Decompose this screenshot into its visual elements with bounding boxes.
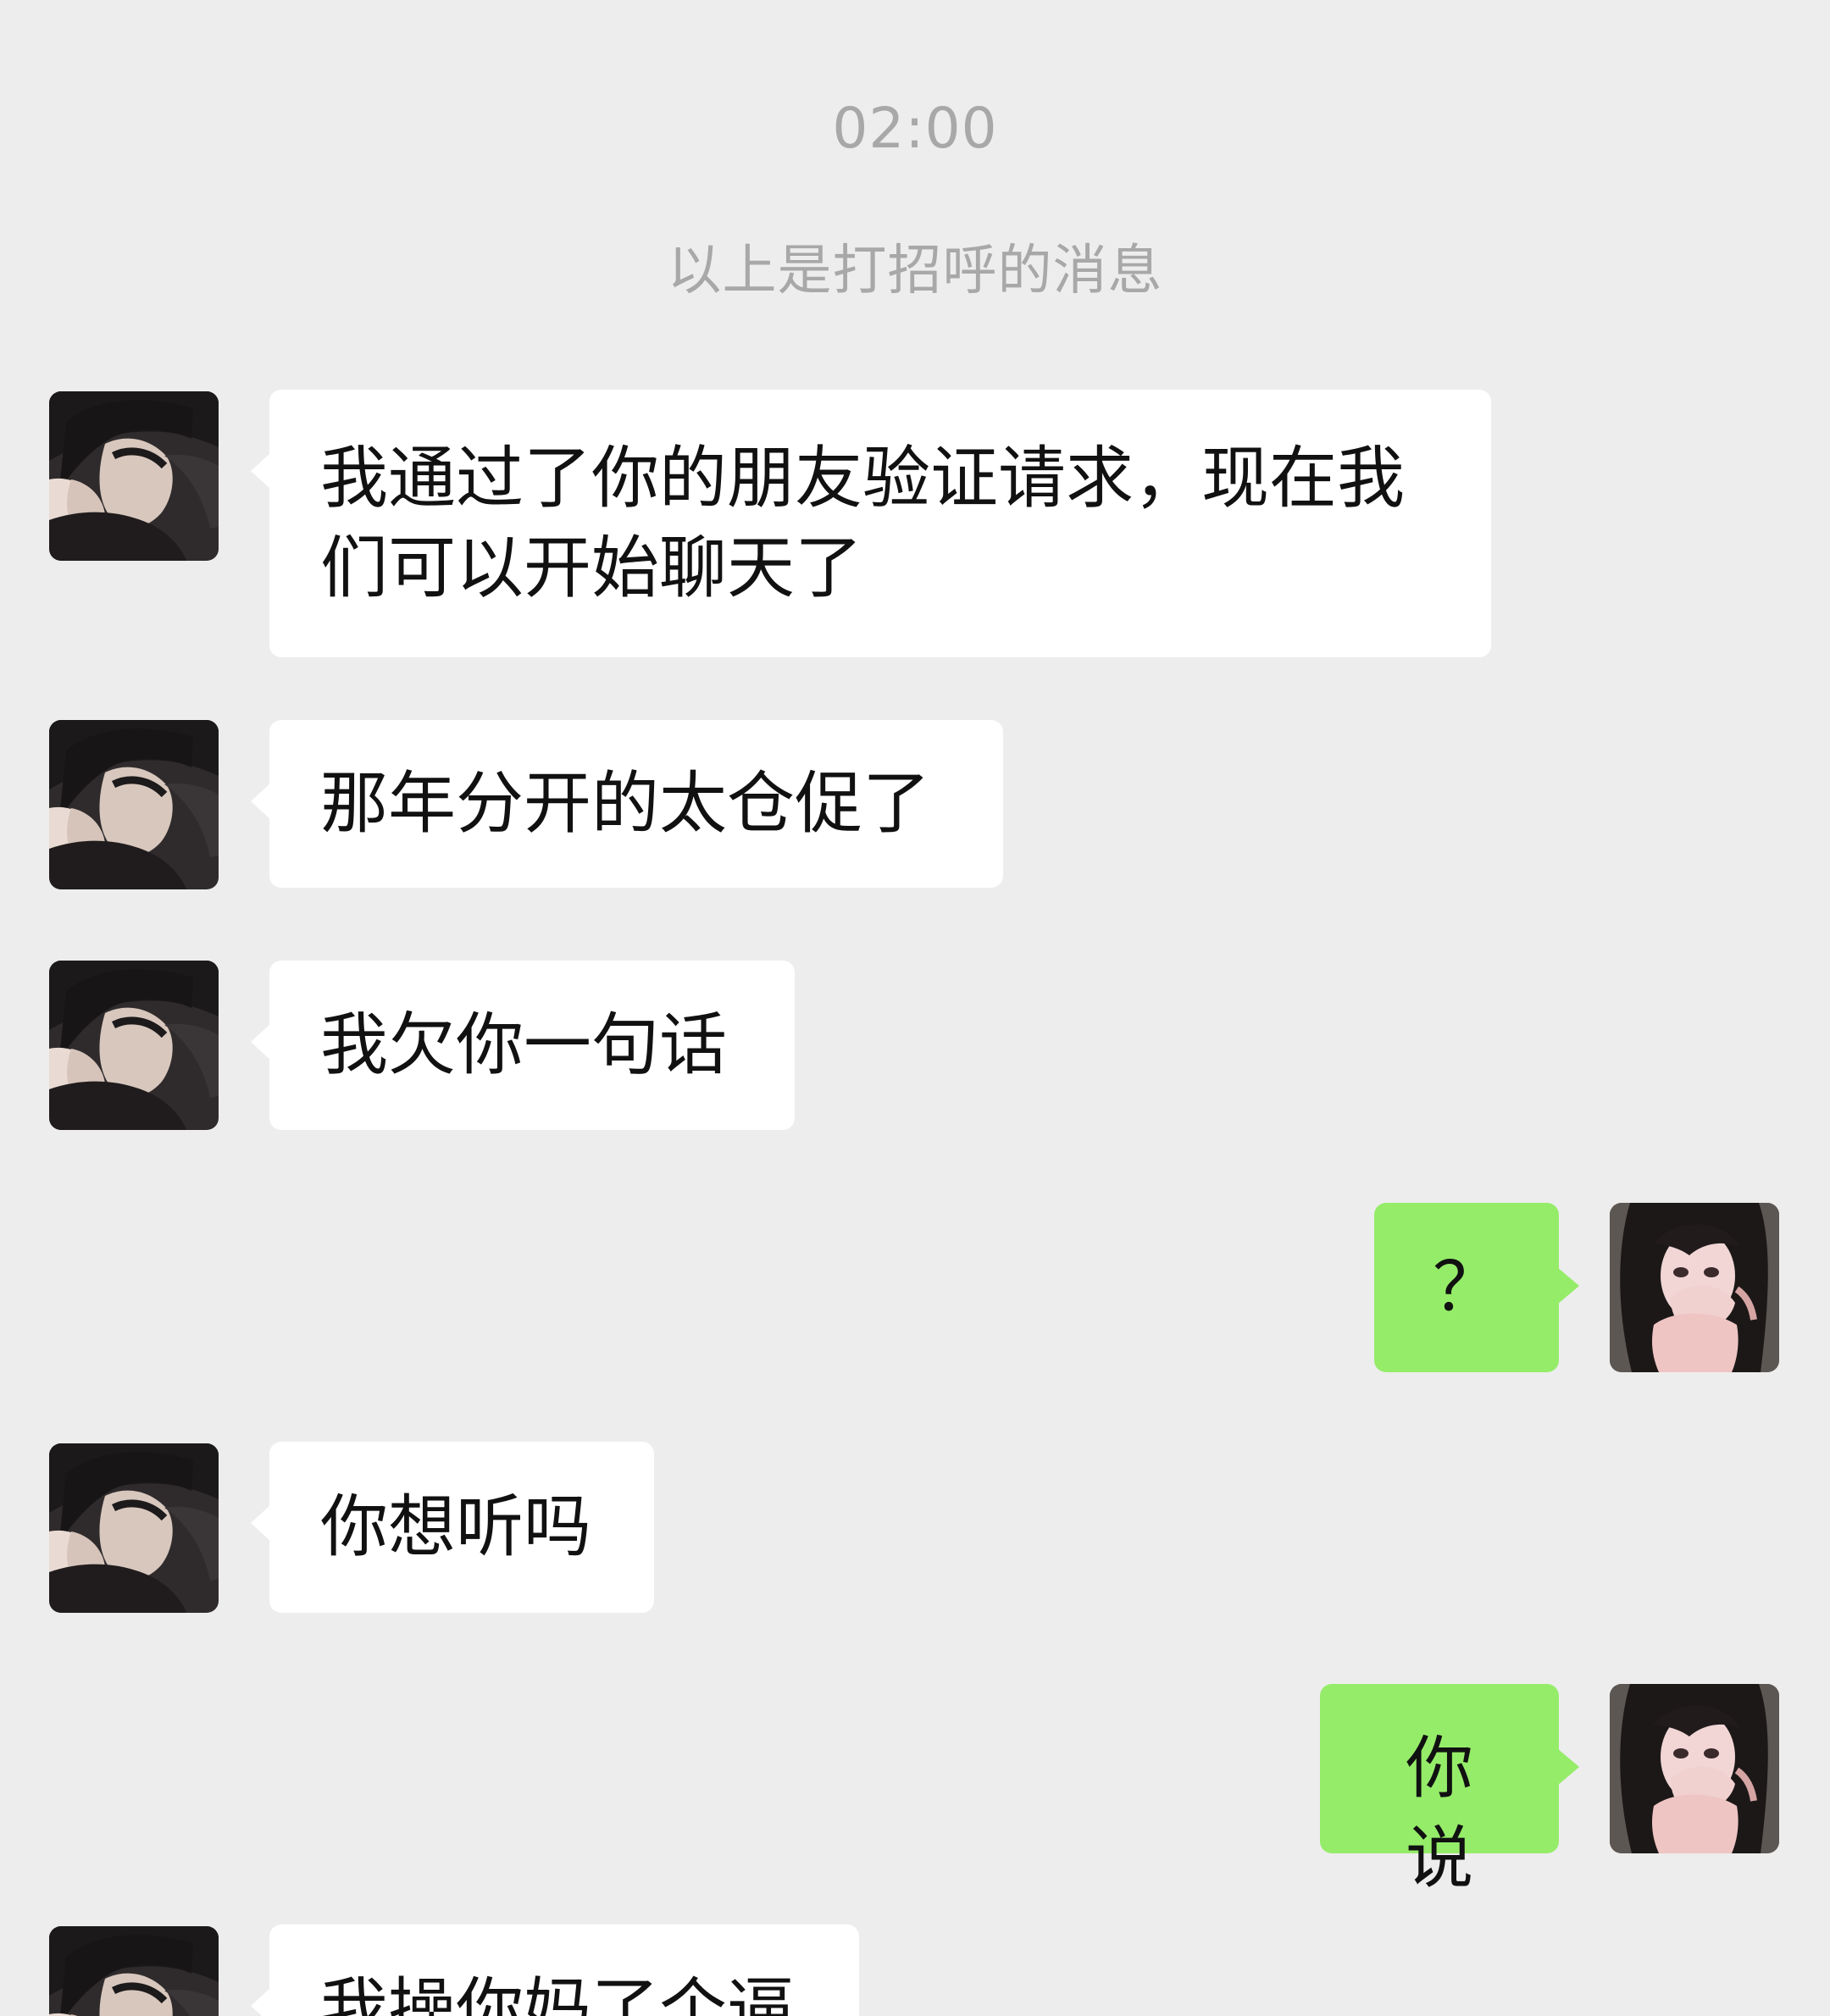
message-text: ？ bbox=[1433, 1248, 1500, 1326]
message-bubble-incoming[interactable]: 我欠你一句话 bbox=[251, 961, 795, 1130]
message-text: 你想听吗 bbox=[320, 1487, 591, 1566]
contact-avatar-icon[interactable] bbox=[49, 391, 219, 561]
message-text: 我欠你一句话 bbox=[320, 1005, 727, 1084]
message-bubble-incoming[interactable]: 我操你妈了个逼 bbox=[251, 1925, 859, 2016]
message-bubble-outgoing[interactable]: ？ bbox=[1374, 1203, 1579, 1372]
message-text: 我操你妈了个逼 bbox=[320, 1970, 795, 2016]
contact-avatar-icon[interactable] bbox=[49, 961, 219, 1130]
message-text: 你说 bbox=[1406, 1729, 1473, 1897]
contact-avatar-icon[interactable] bbox=[49, 1926, 219, 2016]
message-bubble-incoming[interactable]: 那年分开的太仓促了 bbox=[251, 720, 1003, 888]
message-bubble-outgoing[interactable]: 你说 bbox=[1320, 1684, 1579, 1897]
contact-avatar-icon[interactable] bbox=[49, 720, 219, 889]
chat-timestamp: 02:00 bbox=[832, 96, 998, 161]
self-avatar-icon[interactable] bbox=[1610, 1684, 1779, 1853]
message-text: 我通过了你的朋友验证请求，现在我们可以开始聊天了 bbox=[320, 439, 1405, 607]
contact-avatar-icon[interactable] bbox=[49, 1443, 219, 1613]
chat-screen: 02:00 以上是打招呼的消息 我通过了你的朋友验证请求，现在我们可以开始聊天了 bbox=[0, 0, 1830, 2016]
system-notice: 以上是打招呼的消息 bbox=[667, 240, 1163, 302]
self-avatar-icon[interactable] bbox=[1610, 1203, 1779, 1372]
message-bubble-incoming[interactable]: 我通过了你的朋友验证请求，现在我们可以开始聊天了 bbox=[251, 390, 1491, 657]
message-bubble-incoming[interactable]: 你想听吗 bbox=[251, 1442, 654, 1613]
message-text: 那年分开的太仓促了 bbox=[320, 764, 930, 843]
